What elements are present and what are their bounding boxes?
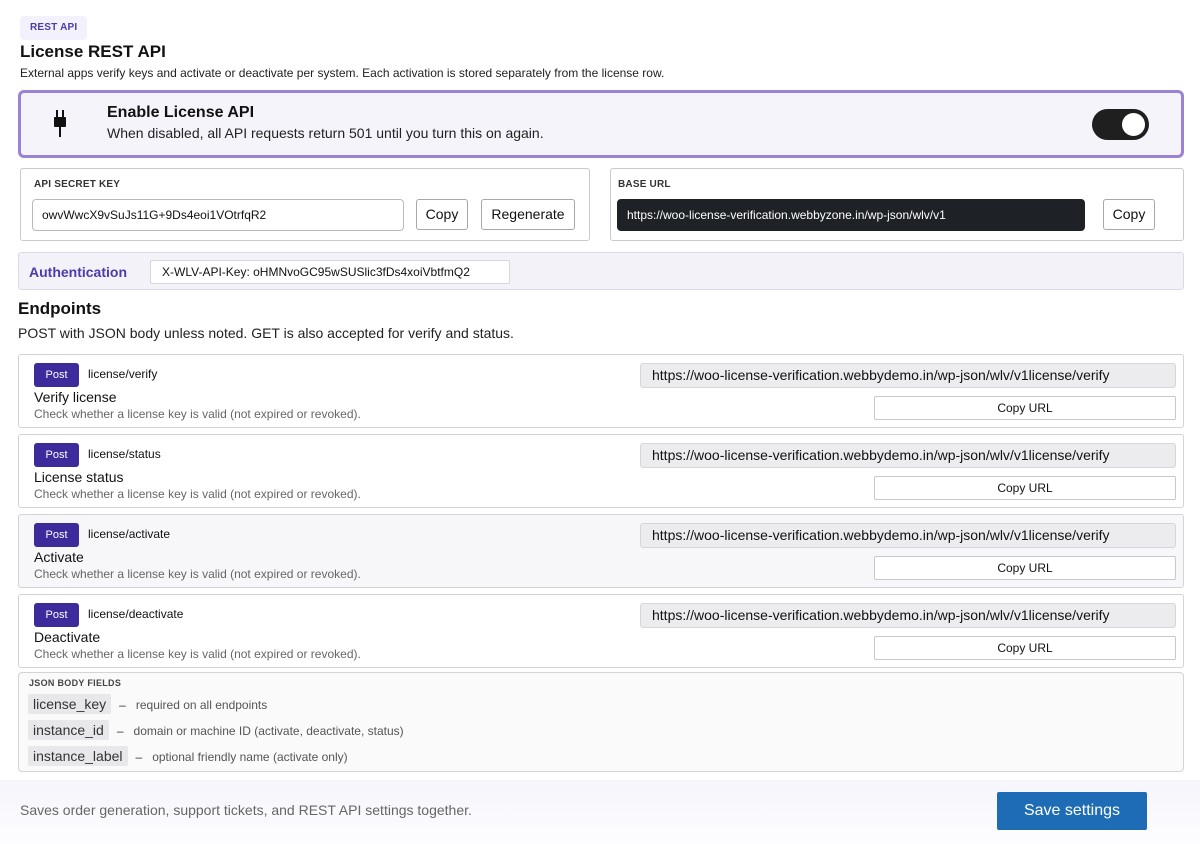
endpoint-card-deactivate: Post license/deactivate Deactivate Check… [18, 594, 1184, 668]
json-field-row: instance_id – domain or machine ID (activa… [28, 720, 404, 740]
base-url-label: BASE URL [618, 179, 671, 190]
authentication-header-value[interactable]: X-WLV-API-Key: oHMNvoGC95wSUSlic3fDs4xoi… [150, 260, 510, 284]
endpoint-url[interactable]: https://woo-license-verification.webbyde… [640, 443, 1176, 468]
method-badge: Post [34, 363, 79, 387]
endpoints-title: Endpoints [18, 299, 102, 318]
page-subtitle: External apps verify keys and activate o… [20, 66, 665, 80]
endpoints-subtitle: POST with JSON body unless noted. GET is… [18, 325, 514, 341]
copy-base-url-button[interactable]: Copy [1103, 199, 1155, 230]
authentication-bar: Authentication X-WLV-API-Key: oHMNvoGC95… [18, 252, 1184, 290]
regenerate-secret-button[interactable]: Regenerate [481, 199, 575, 230]
endpoint-url[interactable]: https://woo-license-verification.webbyde… [640, 603, 1176, 628]
json-field-name: license_key [28, 694, 112, 714]
method-badge: Post [34, 523, 79, 547]
json-field-row: license_key – required on all endpoints [28, 694, 267, 714]
footer-note: Saves order generation, support tickets,… [20, 802, 472, 818]
authentication-label: Authentication [29, 264, 127, 280]
endpoint-card-status: Post license/status License status Check… [18, 434, 1184, 508]
json-field-description: domain or machine ID (activate, deactiva… [133, 724, 404, 738]
separator-dash: – [135, 750, 143, 764]
separator-dash: – [119, 698, 126, 712]
method-badge: Post [34, 443, 79, 467]
endpoint-card-verify: Post license/verify Verify license Check… [18, 354, 1184, 428]
method-badge: Post [34, 603, 79, 627]
copy-secret-button[interactable]: Copy [416, 199, 468, 230]
endpoint-name: Verify license [34, 389, 117, 405]
endpoint-name: Deactivate [34, 629, 101, 645]
endpoint-description: Check whether a license key is valid (no… [34, 567, 361, 581]
json-body-fields-box: JSON BODY FIELDS license_key – required on… [18, 672, 1184, 772]
endpoint-path: license/activate [88, 527, 171, 541]
copy-url-button[interactable]: Copy URL [874, 636, 1176, 660]
save-settings-button[interactable]: Save settings [997, 792, 1147, 830]
toggle-knob [1122, 113, 1145, 136]
json-field-name: instance_id [28, 720, 109, 740]
json-body-fields-label: JSON BODY FIELDS [29, 678, 122, 688]
api-secret-key-label: API SECRET KEY [34, 179, 121, 190]
endpoint-path: license/status [88, 447, 161, 461]
plug-icon [54, 110, 66, 137]
endpoint-url[interactable]: https://woo-license-verification.webbyde… [640, 523, 1176, 548]
section-badge: REST API [20, 16, 88, 40]
api-secret-key-input[interactable]: owvWwcX9vSuJs11G+9Ds4eoi1VOtrfqR2 [32, 199, 404, 231]
endpoint-name: Activate [34, 549, 84, 565]
page-title: License REST API [20, 42, 166, 61]
api-secret-key-panel: API SECRET KEY owvWwcX9vSuJs11G+9Ds4eoi1… [20, 168, 590, 241]
json-field-description: required on all endpoints [135, 698, 268, 712]
json-field-description: optional friendly name (activate only) [152, 750, 348, 764]
enable-api-description: When disabled, all API requests return 5… [107, 125, 544, 141]
endpoint-path: license/verify [88, 367, 158, 381]
endpoint-path: license/deactivate [88, 607, 184, 621]
copy-url-button[interactable]: Copy URL [874, 476, 1176, 500]
json-field-name: instance_label [28, 746, 128, 766]
json-field-row: instance_label – optional friendly name (a… [28, 746, 348, 766]
endpoint-description: Check whether a license key is valid (no… [34, 407, 361, 421]
endpoint-name: License status [34, 469, 124, 485]
base-url-panel: BASE URL https://woo-license-verificatio… [610, 168, 1184, 241]
base-url-input[interactable]: https://woo-license-verification.webbyzo… [617, 199, 1085, 231]
settings-footer: Saves order generation, support tickets,… [0, 780, 1200, 844]
copy-url-button[interactable]: Copy URL [874, 556, 1176, 580]
endpoint-description: Check whether a license key is valid (no… [34, 647, 361, 661]
copy-url-button[interactable]: Copy URL [874, 396, 1176, 420]
endpoint-card-activate: Post license/activate Activate Check whe… [18, 514, 1184, 588]
enable-api-toggle[interactable] [1092, 109, 1149, 140]
enable-api-card: Enable License API When disabled, all AP… [18, 90, 1184, 158]
endpoint-description: Check whether a license key is valid (no… [34, 487, 361, 501]
enable-api-title: Enable License API [107, 104, 255, 121]
separator-dash: – [116, 724, 124, 738]
endpoint-url[interactable]: https://woo-license-verification.webbyde… [640, 363, 1176, 388]
